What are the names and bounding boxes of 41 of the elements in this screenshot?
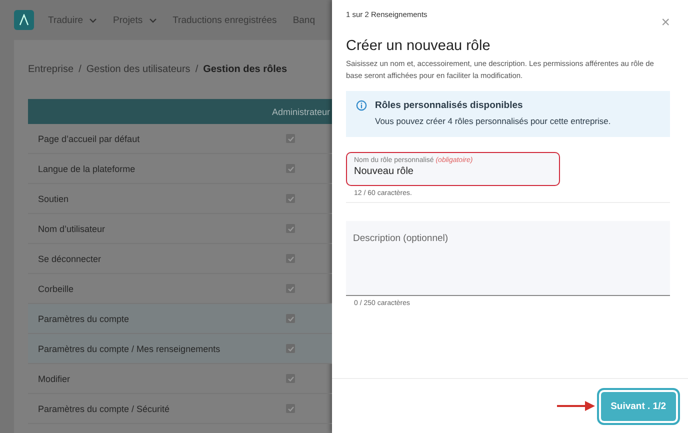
checkbox[interactable]: [286, 284, 295, 293]
info-title: Rôles personnalisés disponibles: [375, 100, 524, 111]
permission-label: Paramètres du compte / Sécurité: [38, 404, 171, 414]
breadcrumb-separator: /: [195, 64, 198, 75]
checkbox[interactable]: [286, 164, 295, 173]
checkbox[interactable]: [286, 254, 295, 263]
permission-label: Soutien: [38, 194, 70, 204]
column-header: Administrateur: [272, 106, 331, 116]
checkbox[interactable]: [286, 224, 295, 233]
permission-label: Paramètres du compte: [38, 314, 130, 324]
info-icon: [356, 100, 367, 111]
permission-label: Modifier: [38, 374, 72, 384]
nav-menu-item[interactable]: Traductions enregistrées: [172, 14, 283, 26]
permission-label: Nom d’utilisateur: [38, 224, 106, 234]
next-button[interactable]: Suivant . 1/2: [600, 392, 676, 420]
chevron-icon: [148, 18, 157, 22]
permission-label: Langue de la plateforme: [38, 164, 136, 174]
logo-icon[interactable]: [14, 10, 34, 30]
nav-menu-item[interactable]: Projets: [113, 14, 163, 26]
permission-label: Corbeille: [38, 284, 75, 294]
nav-menu-item[interactable]: Traduire: [48, 14, 104, 26]
text-area[interactable]: Description (optionnel): [346, 221, 670, 296]
checkbox[interactable]: [286, 374, 295, 383]
arrow-icon: [556, 401, 595, 411]
info-text: Vous pouvez créer 4 rôles personnalisés pour cette entreprise.: [375, 116, 611, 126]
permission-label: Paramètres du compte / Mes renseignements: [38, 344, 222, 354]
nav-menu-item[interactable]: Banq: [292, 14, 321, 26]
breadcrumb-item: Gestion des rôles: [203, 64, 288, 75]
breadcrumb-item[interactable]: Gestion des utilisateurs: [86, 64, 190, 75]
permission-label: Se déconnecter: [38, 254, 102, 264]
chevron-icon: [89, 18, 98, 22]
permission-label: Page d’accueil par défaut: [38, 134, 141, 144]
checkbox[interactable]: [286, 194, 295, 203]
breadcrumb-separator: /: [78, 64, 82, 75]
panel-title: Créer un nouveau rôle: [346, 38, 492, 54]
field-value: Nouveau rôle: [354, 166, 414, 177]
checkbox[interactable]: [286, 344, 295, 353]
breadcrumb-item[interactable]: Entreprise: [28, 64, 74, 75]
checkbox[interactable]: [286, 134, 295, 143]
checkbox[interactable]: [286, 314, 295, 323]
checkbox[interactable]: [286, 404, 295, 413]
